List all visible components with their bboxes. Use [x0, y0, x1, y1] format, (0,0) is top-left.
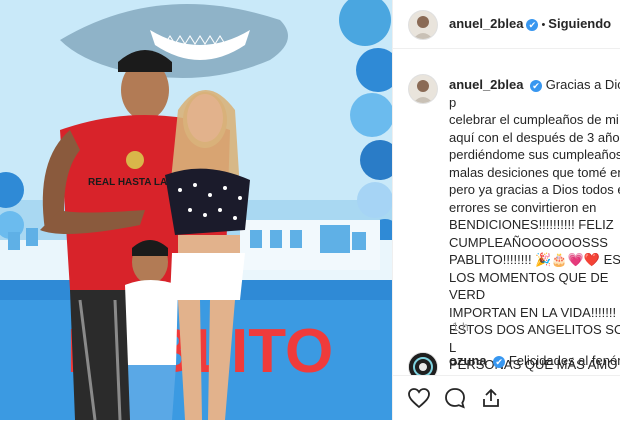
author-avatar[interactable]: [408, 10, 438, 40]
verified-badge-icon: ✔: [493, 355, 506, 368]
caption-text: Gracias a Dios p celebrar el cumpleaños …: [449, 77, 620, 390]
comment-item: ozuna ✔ Felicidades al fenóme: [449, 352, 620, 369]
verified-badge-icon: ✔: [526, 18, 539, 31]
avatar-image: [409, 11, 437, 39]
caption-avatar[interactable]: [408, 74, 438, 104]
post-photo[interactable]: PABLITO REAL HASTA LA MUERTE: [0, 0, 392, 420]
comment-username[interactable]: ozuna: [449, 353, 487, 368]
comment-text: Felicidades al fenóme: [508, 353, 620, 368]
avatar-image: [409, 75, 437, 103]
post-sidebar: anuel_2blea ✔ • Siguiendo anuel_2blea ✔ Gra…: [392, 0, 620, 421]
caption-username[interactable]: anuel_2blea: [449, 77, 523, 92]
share-icon[interactable]: [479, 386, 505, 412]
post-caption: anuel_2blea ✔ Gracias a Dios p celebrar …: [449, 76, 620, 391]
separator-dot: •: [541, 19, 546, 31]
follow-status-button[interactable]: Siguiendo: [548, 16, 611, 31]
post-timestamp[interactable]: 1 h: [452, 320, 469, 334]
action-bar: [393, 375, 620, 421]
comment-icon[interactable]: [443, 386, 469, 412]
author-username[interactable]: anuel_2blea: [449, 16, 523, 31]
post-header: anuel_2blea ✔ • Siguiendo: [393, 0, 620, 49]
header-line: anuel_2blea ✔ • Siguiendo: [449, 16, 611, 31]
verified-badge-icon: ✔: [530, 79, 543, 92]
heart-icon[interactable]: [407, 386, 433, 412]
party-photo-illustration: PABLITO REAL HASTA LA MUERTE: [0, 0, 392, 420]
